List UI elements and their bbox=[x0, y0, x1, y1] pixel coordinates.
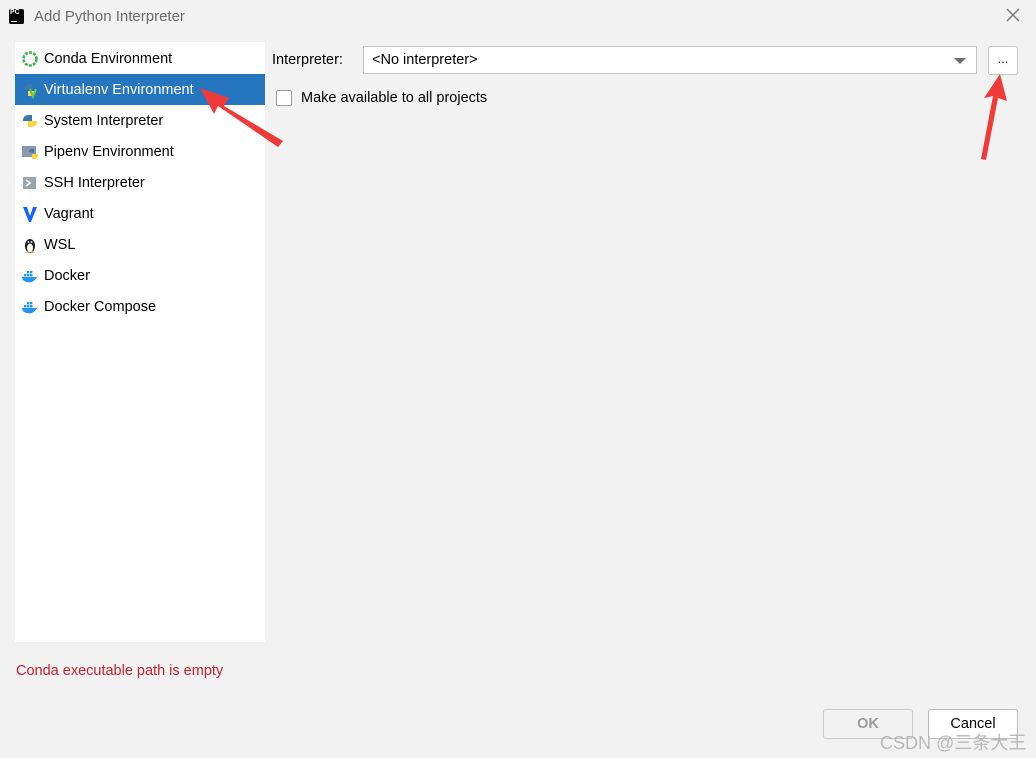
conda-icon bbox=[21, 50, 39, 68]
interpreter-type-list: Conda Environment Virtualenv Environment… bbox=[15, 42, 265, 642]
sidebar-item-label: Docker bbox=[44, 267, 90, 284]
sidebar-item-docker[interactable]: Docker bbox=[15, 260, 265, 291]
make-available-label: Make available to all projects bbox=[301, 90, 488, 106]
interpreter-value: <No interpreter> bbox=[372, 52, 478, 68]
sidebar-item-label: Pipenv Environment bbox=[44, 143, 174, 160]
python-icon bbox=[21, 112, 39, 130]
sidebar-item-label: Docker Compose bbox=[44, 298, 157, 315]
sidebar-item-label: Conda Environment bbox=[44, 50, 173, 67]
close-icon[interactable] bbox=[1004, 6, 1022, 24]
sidebar-item-system-interpreter[interactable]: System Interpreter bbox=[15, 105, 265, 136]
sidebar-item-ssh[interactable]: SSH Interpreter bbox=[15, 167, 265, 198]
linux-penguin-icon bbox=[21, 236, 39, 254]
vagrant-icon bbox=[21, 205, 39, 223]
error-message: Conda executable path is empty bbox=[16, 663, 224, 679]
pycharm-icon: PC bbox=[9, 9, 24, 24]
sidebar-item-wsl[interactable]: WSL bbox=[15, 229, 265, 260]
sidebar-item-conda[interactable]: Conda Environment bbox=[15, 43, 265, 74]
ssh-icon bbox=[21, 174, 39, 192]
interpreter-dropdown[interactable]: <No interpreter> bbox=[363, 46, 977, 74]
title-bar: PC Add Python Interpreter bbox=[0, 0, 1036, 34]
docker-icon bbox=[21, 267, 39, 285]
make-available-checkbox[interactable] bbox=[276, 90, 292, 106]
pipenv-icon bbox=[21, 143, 39, 161]
sidebar-item-label: System Interpreter bbox=[44, 112, 164, 129]
make-available-option[interactable]: Make available to all projects bbox=[276, 88, 487, 108]
sidebar-item-virtualenv[interactable]: Virtualenv Environment bbox=[15, 74, 265, 105]
browse-interpreter-button[interactable]: ... bbox=[988, 46, 1018, 75]
interpreter-label: Interpreter: bbox=[272, 52, 343, 68]
sidebar-item-label: SSH Interpreter bbox=[44, 174, 145, 191]
sidebar-item-vagrant[interactable]: Vagrant bbox=[15, 198, 265, 229]
sidebar-item-label: Virtualenv Environment bbox=[44, 81, 194, 98]
sidebar-item-docker-compose[interactable]: Docker Compose bbox=[15, 291, 265, 322]
window-title: Add Python Interpreter bbox=[34, 8, 185, 25]
sidebar-item-pipenv[interactable]: Pipenv Environment bbox=[15, 136, 265, 167]
docker-compose-icon bbox=[21, 298, 39, 316]
chevron-down-icon bbox=[954, 58, 966, 64]
annotation-arrow-browse bbox=[981, 74, 1007, 160]
sidebar-item-label: WSL bbox=[44, 236, 76, 253]
sidebar-item-label: Vagrant bbox=[44, 205, 94, 222]
virtualenv-icon bbox=[21, 81, 39, 99]
watermark: CSDN @三条大王 bbox=[880, 733, 1027, 753]
